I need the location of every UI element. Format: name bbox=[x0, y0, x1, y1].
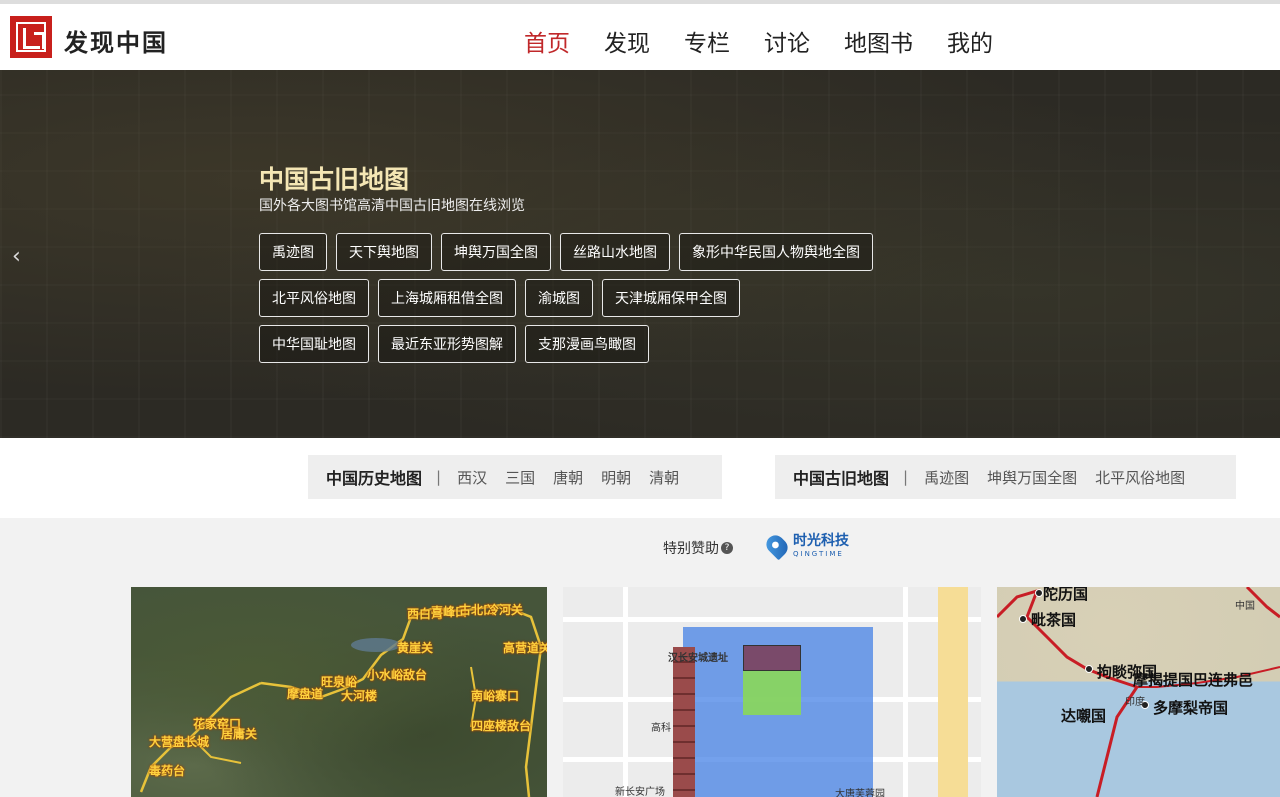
road bbox=[623, 587, 628, 797]
map-tag[interactable]: 象形中华民国人物舆地全图 bbox=[679, 233, 873, 271]
nav-item-home[interactable]: 首页 bbox=[524, 24, 570, 58]
ancient-map-link[interactable]: 禹迹图 bbox=[924, 467, 969, 488]
map-label: 大唐芙蓉园 bbox=[835, 789, 885, 797]
map-label: 高营道关 bbox=[503, 641, 547, 655]
map-card-chang-an[interactable]: 汉长安城遗址 新长安广场 高科 大唐芙蓉园 bbox=[563, 587, 981, 797]
map-tag[interactable]: 北平风俗地图 bbox=[259, 279, 369, 317]
sponsor-logo-name: 时光科技 bbox=[793, 533, 849, 549]
map-tag[interactable]: 上海城厢租借全图 bbox=[378, 279, 516, 317]
palace-area bbox=[743, 671, 801, 715]
map-label: 四座楼敌台 bbox=[471, 719, 532, 733]
wall-strip bbox=[673, 647, 695, 797]
map-tag[interactable]: 中华国耻地图 bbox=[259, 325, 369, 363]
site-header: 发现中国 首页 发现 专栏 讨论 地图书 我的 bbox=[0, 4, 1280, 70]
tag-row: 中华国耻地图 最近东亚形势图解 支那漫画鸟瞰图 bbox=[259, 325, 939, 363]
map-tag[interactable]: 天下舆地图 bbox=[336, 233, 432, 271]
hero-title: 中国古旧地图 bbox=[259, 165, 410, 194]
hero-subtitle: 国外各大图书馆高清中国古旧地图在线浏览 bbox=[259, 198, 525, 214]
map-label: 黄崖关 bbox=[397, 641, 434, 655]
history-link[interactable]: 三国 bbox=[505, 467, 535, 488]
map-label: 居庸关 bbox=[221, 727, 258, 741]
map-tag[interactable]: 坤舆万国全图 bbox=[441, 233, 551, 271]
hero-banner: ‹ 中国古旧地图 国外各大图书馆高清中国古旧地图在线浏览 禹迹图 天下舆地图 坤… bbox=[0, 70, 1280, 438]
map-tag-list: 禹迹图 天下舆地图 坤舆万国全图 丝路山水地图 象形中华民国人物舆地全图 北平风… bbox=[259, 233, 939, 371]
ancient-map-title[interactable]: 中国古旧地图 bbox=[793, 465, 889, 489]
map-label: 高科 bbox=[651, 723, 671, 734]
main-nav: 首页 发现 专栏 讨论 地图书 我的 bbox=[524, 24, 1027, 58]
map-label: 摩盘道 bbox=[287, 687, 324, 701]
tag-row: 北平风俗地图 上海城厢租借全图 渝城图 天津城厢保甲全图 bbox=[259, 279, 939, 317]
map-tag[interactable]: 丝路山水地图 bbox=[560, 233, 670, 271]
nav-item-discover[interactable]: 发现 bbox=[604, 24, 650, 58]
map-label: 小水峪敌台 bbox=[367, 668, 428, 682]
map-label: 多摩梨帝国 bbox=[1153, 699, 1229, 717]
map-label: 大营盘长城 bbox=[149, 735, 210, 749]
carousel-prev-icon[interactable]: ‹ bbox=[12, 244, 21, 269]
divider: | bbox=[436, 468, 442, 486]
history-link[interactable]: 明朝 bbox=[601, 467, 631, 488]
logo-icon[interactable] bbox=[10, 16, 52, 58]
map-marker bbox=[1019, 615, 1027, 623]
help-icon[interactable]: ? bbox=[721, 542, 733, 554]
ancient-map-bar: 中国古旧地图 | 禹迹图 坤舆万国全图 北平风俗地图 bbox=[775, 455, 1236, 499]
brand-name[interactable]: 发现中国 bbox=[64, 23, 168, 58]
palace-block bbox=[743, 645, 801, 671]
tag-row: 禹迹图 天下舆地图 坤舆万国全图 丝路山水地图 象形中华民国人物舆地全图 bbox=[259, 233, 939, 271]
history-map-title[interactable]: 中国历史地图 bbox=[326, 465, 422, 489]
history-link[interactable]: 西汉 bbox=[457, 467, 487, 488]
map-label: 毒药台 bbox=[149, 764, 186, 778]
location-pin-icon bbox=[762, 531, 792, 561]
map-marker bbox=[1085, 665, 1093, 673]
history-link[interactable]: 唐朝 bbox=[553, 467, 583, 488]
map-label: 摩揭提国巴连弗邑 bbox=[1133, 671, 1254, 689]
map-tag[interactable]: 支那漫画鸟瞰图 bbox=[525, 325, 649, 363]
map-card-great-wall[interactable]: 西白河 喜峰口 古北口 冷河关 黄崖关 高营道关 小水峪敌台 旺泉峪 大河楼 摩… bbox=[131, 587, 547, 797]
map-tag[interactable]: 渝城图 bbox=[525, 279, 593, 317]
ancient-map-link[interactable]: 坤舆万国全图 bbox=[987, 467, 1077, 488]
road-highlight bbox=[938, 587, 968, 797]
map-marker bbox=[1035, 589, 1043, 597]
map-label: 汉长安城遗址 bbox=[668, 653, 728, 664]
map-label: 冷河关 bbox=[487, 603, 524, 617]
map-label: 陀历国 bbox=[1043, 587, 1089, 603]
sponsor-logo[interactable]: 时光科技 QINGTIME bbox=[762, 531, 849, 561]
map-label: 中国 bbox=[1235, 601, 1255, 612]
map-tag[interactable]: 天津城厢保甲全图 bbox=[602, 279, 740, 317]
map-label: 达嚫国 bbox=[1061, 707, 1107, 725]
road bbox=[903, 587, 908, 797]
nav-item-discussion[interactable]: 讨论 bbox=[764, 24, 810, 58]
ancient-map-link[interactable]: 北平风俗地图 bbox=[1095, 467, 1185, 488]
map-label: 印度 bbox=[1125, 697, 1145, 708]
nav-item-mine[interactable]: 我的 bbox=[947, 24, 993, 58]
map-label: 新长安广场 bbox=[615, 787, 665, 797]
history-link[interactable]: 清朝 bbox=[649, 467, 679, 488]
map-tag[interactable]: 禹迹图 bbox=[259, 233, 327, 271]
nav-item-columns[interactable]: 专栏 bbox=[684, 24, 730, 58]
map-card-faxian-route[interactable]: 陀历国 毗茶国 拘睒弥国 摩揭提国巴连弗邑 达嚫国 多摩梨帝国 印度 中国 bbox=[997, 587, 1280, 797]
map-label: 大河楼 bbox=[341, 689, 378, 703]
quick-links-band: 中国历史地图 | 西汉 三国 唐朝 明朝 清朝 中国古旧地图 | 禹迹图 坤舆万… bbox=[0, 438, 1280, 518]
sponsor-text: 特别赞助 bbox=[663, 541, 719, 557]
map-tag[interactable]: 最近东亚形势图解 bbox=[378, 325, 516, 363]
sponsor-label: 特别赞助 ? bbox=[663, 538, 733, 558]
nav-item-map-books[interactable]: 地图书 bbox=[844, 24, 913, 58]
map-label: 毗茶国 bbox=[1031, 611, 1077, 629]
sponsor-logo-subname: QINGTIME bbox=[793, 550, 844, 558]
history-map-bar: 中国历史地图 | 西汉 三国 唐朝 明朝 清朝 bbox=[308, 455, 722, 499]
map-label: 南峪寨口 bbox=[471, 689, 520, 703]
divider: | bbox=[903, 468, 909, 486]
